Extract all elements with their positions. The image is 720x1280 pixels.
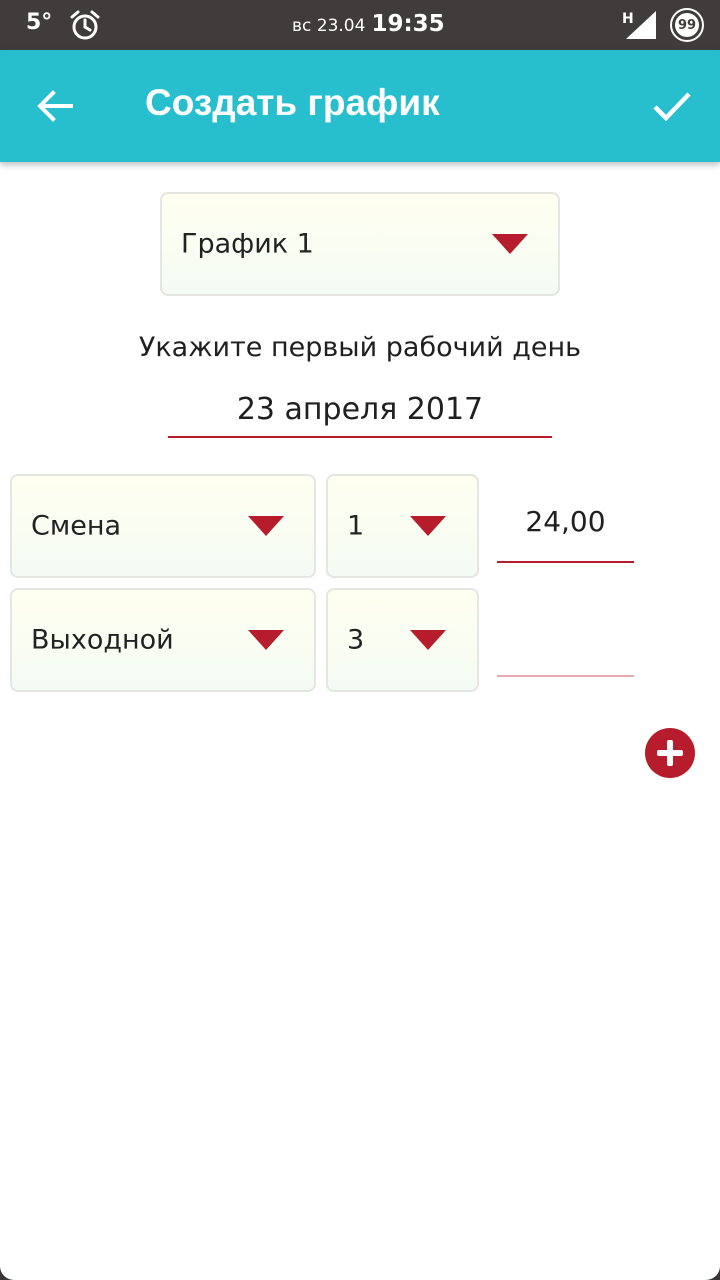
alarm-icon [70, 10, 100, 40]
dropdown-arrow-icon [410, 516, 446, 536]
day-off-count-dropdown[interactable]: 3 [326, 588, 479, 692]
status-date: вс 23.04 [292, 16, 366, 36]
app-bar: Создать график [0, 50, 720, 162]
shift-count-value: 1 [347, 510, 365, 542]
arrow-left-icon[interactable] [34, 85, 76, 127]
day-off-type-dropdown[interactable]: Выходной [10, 588, 316, 692]
shift-count-dropdown[interactable]: 1 [326, 474, 479, 578]
dropdown-arrow-icon [492, 234, 528, 254]
temperature-text: 5° [26, 10, 53, 35]
dropdown-arrow-icon [410, 630, 446, 650]
shift-type-dropdown[interactable]: Смена [10, 474, 316, 578]
day-off-hours-field[interactable] [497, 620, 634, 677]
day-off-type-value: Выходной [31, 624, 174, 656]
dropdown-arrow-icon [248, 516, 284, 536]
status-bar: 5° вс 23.04 19:35 H 99 [0, 0, 720, 50]
network-type-text: H [622, 11, 634, 27]
shift-hours-field[interactable]: 24,00 [497, 505, 634, 563]
shift-type-value: Смена [31, 510, 122, 542]
status-datetime: вс 23.04 19:35 [292, 11, 445, 37]
check-icon[interactable] [650, 84, 694, 128]
battery-level: 99 [675, 13, 699, 37]
status-time: 19:35 [371, 11, 445, 37]
first-day-date-field[interactable]: 23 апреля 2017 [168, 392, 552, 438]
plus-icon[interactable] [645, 728, 695, 778]
schedule-dropdown[interactable]: График 1 [160, 192, 560, 296]
battery-icon: 99 [670, 8, 704, 42]
page-title: Создать график [145, 82, 440, 123]
first-day-label: Укажите первый рабочий день [138, 332, 582, 363]
schedule-dropdown-value: График 1 [181, 228, 314, 260]
signal-icon: H [622, 11, 656, 39]
dropdown-arrow-icon [248, 630, 284, 650]
day-off-count-value: 3 [347, 624, 365, 656]
screen: 5° вс 23.04 19:35 H 99 Создать график Гр… [0, 0, 720, 1280]
